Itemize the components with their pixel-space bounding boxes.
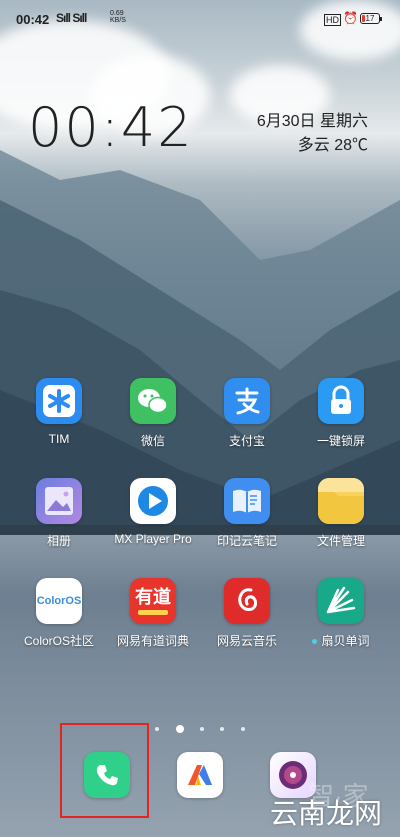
notebook-icon — [224, 478, 270, 524]
battery-icon: 17 — [360, 13, 382, 24]
app-label: 网易云音乐 — [216, 634, 277, 648]
weather-text[interactable]: 多云 28℃ — [298, 131, 368, 155]
wechat-icon — [130, 378, 176, 424]
net-speed-unit: KB/S — [110, 17, 126, 24]
yinxiang-icon[interactable] — [177, 752, 223, 798]
app-label: 印记云笔记 — [216, 534, 277, 548]
app-youdao[interactable]: 有道 网易有道词典 — [106, 578, 200, 649]
clock-time[interactable]: 00:42 — [28, 96, 194, 159]
lock-icon — [318, 378, 364, 424]
youdao-subbar — [138, 610, 168, 615]
netease-music-icon — [224, 578, 270, 624]
coloros-logo: ColorOS — [36, 595, 82, 607]
page-dot-active — [175, 724, 184, 733]
clock-date[interactable]: 6月30日 星期六 — [257, 107, 368, 131]
app-alipay[interactable]: 支付宝 — [200, 378, 294, 449]
status-time: 00:42 — [16, 12, 50, 27]
highlight-box — [60, 723, 149, 818]
app-gallery[interactable]: 相册 — [12, 478, 106, 549]
alipay-icon — [224, 378, 270, 424]
app-netease-music[interactable]: 网易云音乐 — [200, 578, 294, 649]
app-file-manager[interactable]: 文件管理 — [294, 478, 388, 549]
app-mxplayer[interactable]: MX Player Pro — [106, 478, 200, 546]
app-tim[interactable]: TIM — [12, 378, 106, 446]
app-label: 支付宝 — [228, 434, 265, 448]
folder-icon — [318, 478, 364, 524]
signal-icon: Sıll Sıll — [56, 11, 87, 25]
app-coloros-community[interactable]: ColorOS ColorOS社区 — [12, 578, 106, 649]
page-dot — [155, 726, 160, 731]
app-label: ColorOS社区 — [23, 634, 94, 648]
play-icon — [130, 478, 176, 524]
app-label: TIM — [48, 432, 70, 446]
youdao-logo: 有道 — [135, 587, 171, 607]
battery-text: 17 — [365, 14, 375, 23]
gallery-icon — [36, 478, 82, 524]
watermark: 智·家 云南龙网 — [270, 778, 395, 829]
app-label: 文件管理 — [316, 534, 365, 548]
net-speed-value: 0.69 — [110, 10, 124, 17]
app-label-text: 扇贝单词 — [321, 634, 370, 648]
app-shanbay[interactable]: 扇贝单词 — [294, 578, 388, 649]
app-lockscreen[interactable]: 一键锁屏 — [294, 378, 388, 449]
app-label: MX Player Pro — [114, 532, 192, 546]
app-label: 微信 — [140, 434, 165, 448]
app-label: 一键锁屏 — [316, 434, 365, 448]
page-dot — [240, 726, 245, 731]
app-wechat[interactable]: 微信 — [106, 378, 200, 449]
app-label: 相册 — [46, 534, 71, 548]
coloros-icon: ColorOS — [36, 578, 82, 624]
app-yinji-notes[interactable]: 印记云笔记 — [200, 478, 294, 549]
page-dot — [200, 726, 204, 731]
app-label: 扇贝单词 — [294, 632, 388, 649]
tim-icon — [36, 378, 82, 424]
net-speed: 0.69 KB/S — [110, 10, 126, 24]
status-bar: 00:42 Sıll Sıll 0.69 KB/S HD ⏰ 17 — [0, 0, 400, 38]
alarm-icon: ⏰ — [343, 11, 358, 25]
youdao-icon: 有道 — [130, 578, 176, 624]
page-dot — [220, 726, 225, 731]
hd-icon: HD — [324, 14, 341, 26]
app-label: 网易有道词典 — [116, 634, 189, 648]
new-dot — [312, 639, 318, 645]
watermark-text: 云南龙网 — [270, 798, 383, 829]
shanbay-icon — [318, 578, 364, 624]
